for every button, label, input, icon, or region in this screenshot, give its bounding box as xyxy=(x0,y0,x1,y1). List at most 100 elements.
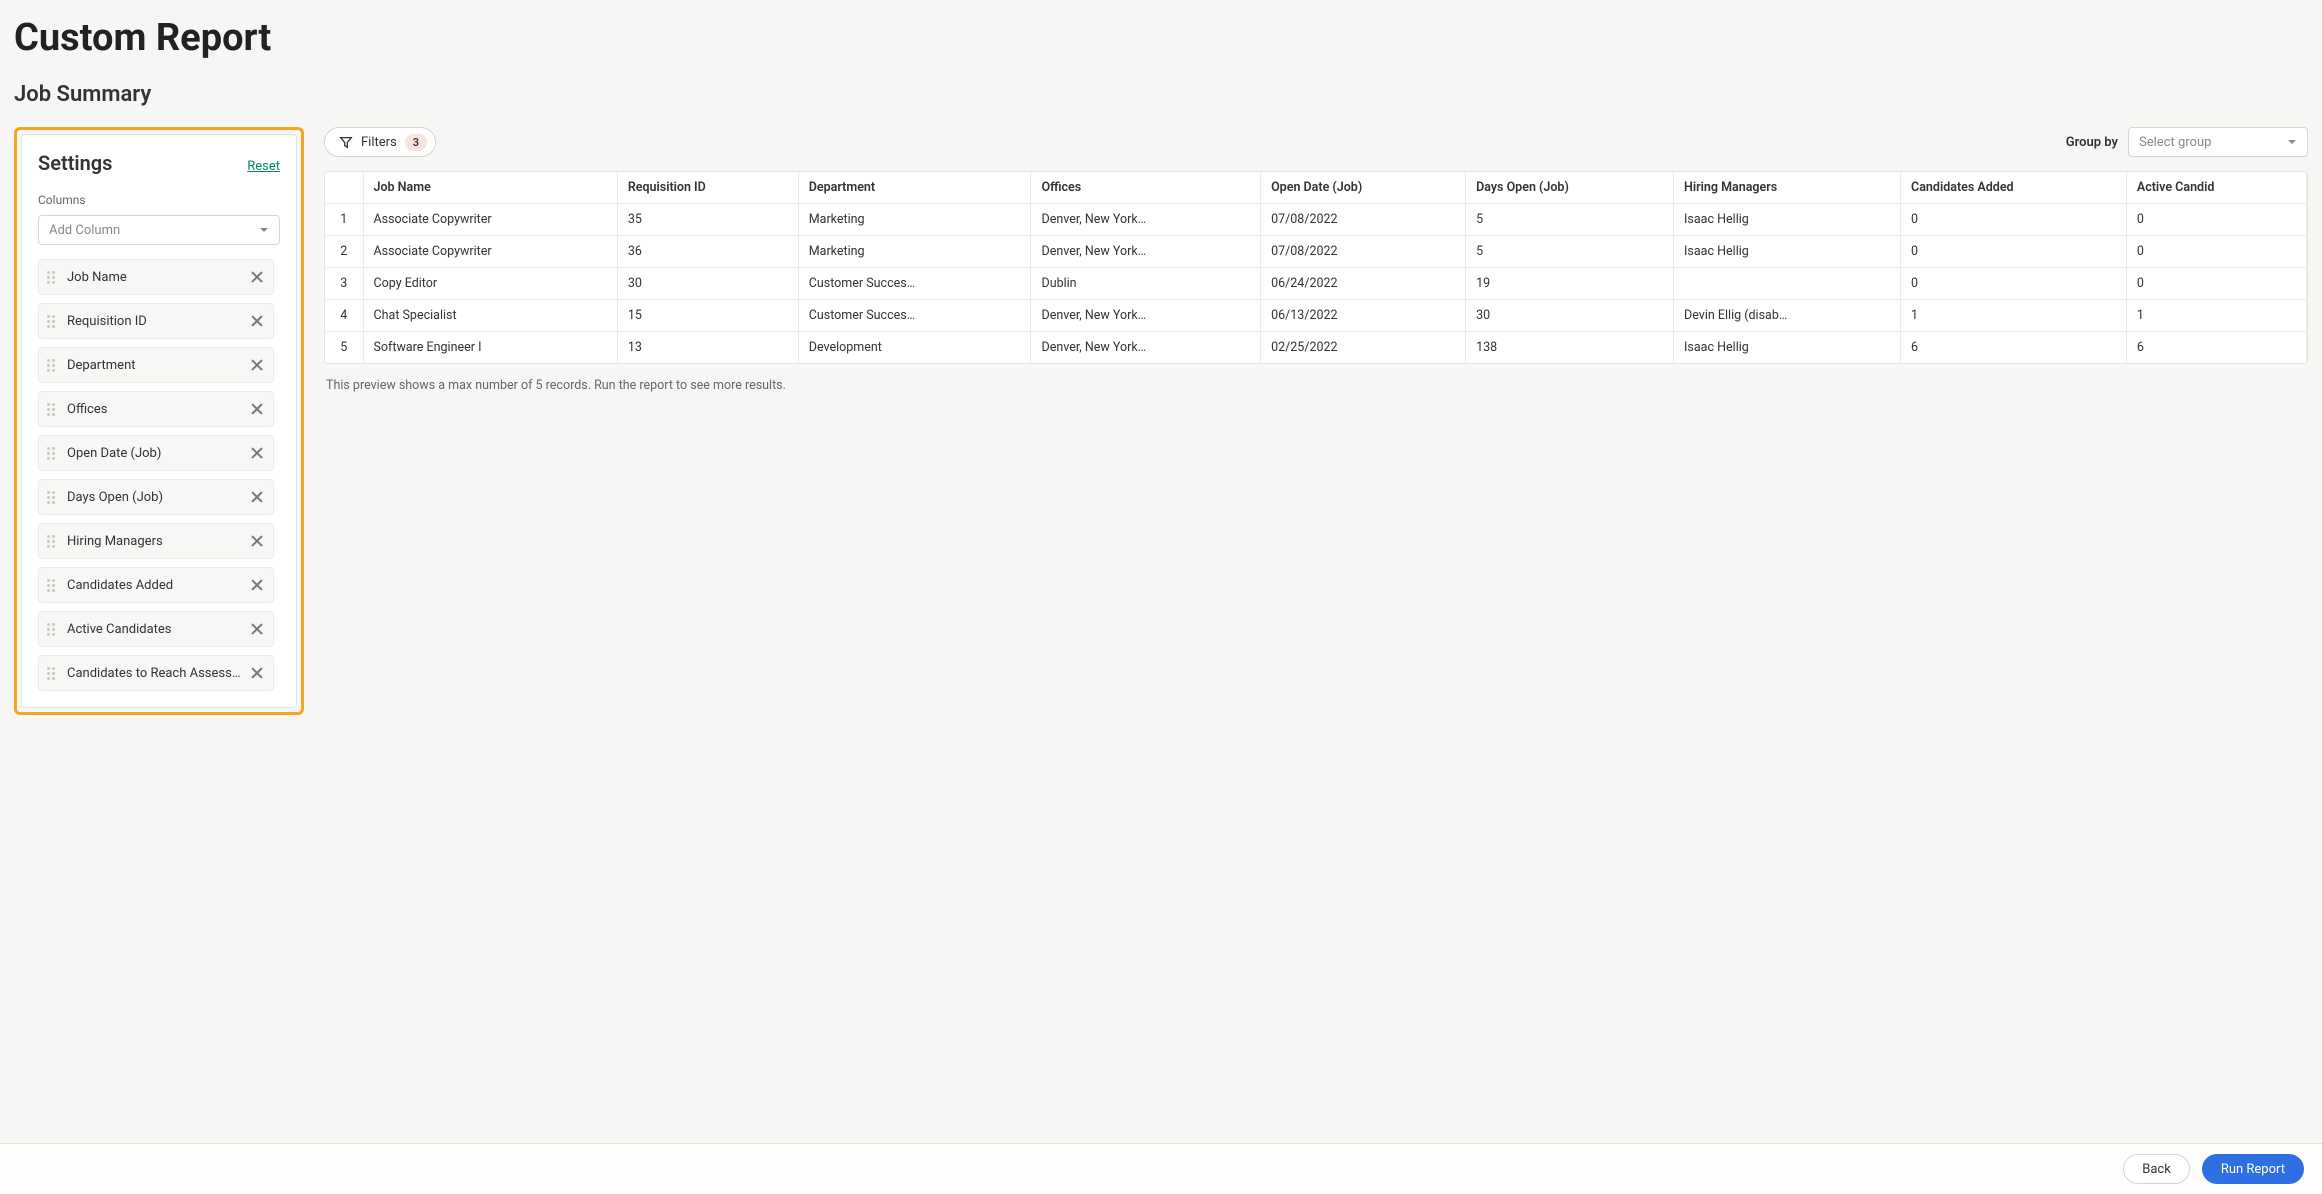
remove-column-icon[interactable] xyxy=(249,357,265,373)
column-chip[interactable]: Candidates Added xyxy=(38,567,274,603)
table-cell: 36 xyxy=(617,236,798,268)
table-header[interactable]: Days Open (Job) xyxy=(1466,172,1674,204)
drag-handle-icon[interactable] xyxy=(47,359,57,372)
table-cell: Isaac Hellig xyxy=(1674,204,1901,236)
column-chip[interactable]: Active Candidates xyxy=(38,611,274,647)
column-chip[interactable]: Department xyxy=(38,347,274,383)
groupby-label: Group by xyxy=(2066,135,2118,150)
remove-column-icon[interactable] xyxy=(249,269,265,285)
table-cell: Devin Ellig (disab… xyxy=(1674,300,1901,332)
groupby-placeholder: Select group xyxy=(2139,135,2211,150)
table-cell: 4 xyxy=(325,300,363,332)
table-cell: 0 xyxy=(2126,204,2306,236)
drag-handle-icon[interactable] xyxy=(47,271,57,284)
column-list: Job Name Requisition ID Department Offices O… xyxy=(38,259,280,691)
table-cell: 15 xyxy=(617,300,798,332)
drag-handle-icon[interactable] xyxy=(47,535,57,548)
table-cell: Customer Succes… xyxy=(798,268,1031,300)
table-header[interactable]: Active Candid xyxy=(2126,172,2306,204)
table-header[interactable]: Requisition ID xyxy=(617,172,798,204)
table-cell: Denver, New York… xyxy=(1031,332,1261,364)
column-chip-label: Open Date (Job) xyxy=(67,446,249,461)
table-cell: 02/25/2022 xyxy=(1261,332,1466,364)
table-header[interactable]: Candidates Added xyxy=(1901,172,2127,204)
table-cell: 06/13/2022 xyxy=(1261,300,1466,332)
chevron-down-icon xyxy=(259,225,269,235)
reset-link[interactable]: Reset xyxy=(247,159,280,174)
table-cell: 6 xyxy=(1901,332,2127,364)
column-chip-label: Active Candidates xyxy=(67,622,249,637)
remove-column-icon[interactable] xyxy=(249,445,265,461)
remove-column-icon[interactable] xyxy=(249,665,265,681)
columns-label: Columns xyxy=(38,193,280,207)
preview-note: This preview shows a max number of 5 rec… xyxy=(326,378,2306,393)
column-chip-label: Requisition ID xyxy=(67,314,249,329)
table-cell xyxy=(1674,268,1901,300)
settings-heading: Settings xyxy=(38,151,112,175)
remove-column-icon[interactable] xyxy=(249,621,265,637)
chevron-down-icon xyxy=(2287,137,2297,147)
column-chip-label: Candidates Added xyxy=(67,578,249,593)
table-cell: 07/08/2022 xyxy=(1261,236,1466,268)
table-row: 2Associate Copywriter36MarketingDenver, … xyxy=(325,236,2307,268)
table-cell: 3 xyxy=(325,268,363,300)
remove-column-icon[interactable] xyxy=(249,489,265,505)
column-chip[interactable]: Days Open (Job) xyxy=(38,479,274,515)
drag-handle-icon[interactable] xyxy=(47,447,57,460)
table-cell: 1 xyxy=(1901,300,2127,332)
column-chip-label: Department xyxy=(67,358,249,373)
drag-handle-icon[interactable] xyxy=(47,315,57,328)
groupby-select[interactable]: Select group xyxy=(2128,127,2308,157)
drag-handle-icon[interactable] xyxy=(47,491,57,504)
column-chip[interactable]: Hiring Managers xyxy=(38,523,274,559)
table-cell: 2 xyxy=(325,236,363,268)
drag-handle-icon[interactable] xyxy=(47,623,57,636)
table-header[interactable]: Job Name xyxy=(363,172,617,204)
table-cell: Marketing xyxy=(798,204,1031,236)
table-header[interactable]: Department xyxy=(798,172,1031,204)
column-chip-label: Job Name xyxy=(67,270,249,285)
table-cell: Denver, New York… xyxy=(1031,236,1261,268)
table-header[interactable]: Offices xyxy=(1031,172,1261,204)
table-cell: 1 xyxy=(2126,300,2306,332)
remove-column-icon[interactable] xyxy=(249,401,265,417)
preview-table-scroll[interactable]: Job NameRequisition IDDepartmentOfficesO… xyxy=(324,171,2308,364)
table-cell: 0 xyxy=(1901,204,2127,236)
table-header[interactable] xyxy=(325,172,363,204)
table-cell: 0 xyxy=(2126,236,2306,268)
drag-handle-icon[interactable] xyxy=(47,403,57,416)
filters-button[interactable]: Filters 3 xyxy=(324,127,436,157)
add-column-select[interactable]: Add Column xyxy=(38,215,280,245)
report-subtitle: Job Summary xyxy=(14,82,2308,107)
table-cell: 5 xyxy=(1466,236,1674,268)
table-cell: 19 xyxy=(1466,268,1674,300)
table-cell: 6 xyxy=(2126,332,2306,364)
table-header[interactable]: Open Date (Job) xyxy=(1261,172,1466,204)
table-cell: Copy Editor xyxy=(363,268,617,300)
table-row: 1Associate Copywriter35MarketingDenver, … xyxy=(325,204,2307,236)
drag-handle-icon[interactable] xyxy=(47,667,57,680)
table-cell: Dublin xyxy=(1031,268,1261,300)
remove-column-icon[interactable] xyxy=(249,533,265,549)
filters-count-badge: 3 xyxy=(405,134,427,151)
table-cell: 5 xyxy=(325,332,363,364)
column-chip[interactable]: Candidates to Reach Assess… xyxy=(38,655,274,691)
table-cell: Customer Succes… xyxy=(798,300,1031,332)
column-chip-label: Days Open (Job) xyxy=(67,490,249,505)
remove-column-icon[interactable] xyxy=(249,313,265,329)
drag-handle-icon[interactable] xyxy=(47,579,57,592)
column-chip[interactable]: Requisition ID xyxy=(38,303,274,339)
table-cell: Associate Copywriter xyxy=(363,236,617,268)
column-chip-label: Hiring Managers xyxy=(67,534,249,549)
column-chip[interactable]: Offices xyxy=(38,391,274,427)
column-chip[interactable]: Job Name xyxy=(38,259,274,295)
back-button[interactable]: Back xyxy=(2123,1154,2190,1184)
preview-table: Job NameRequisition IDDepartmentOfficesO… xyxy=(325,172,2307,363)
remove-column-icon[interactable] xyxy=(249,577,265,593)
table-cell: 1 xyxy=(325,204,363,236)
table-header[interactable]: Hiring Managers xyxy=(1674,172,1901,204)
column-chip[interactable]: Open Date (Job) xyxy=(38,435,274,471)
table-row: 5Software Engineer I13DevelopmentDenver,… xyxy=(325,332,2307,364)
run-report-button[interactable]: Run Report xyxy=(2202,1154,2304,1184)
page-title: Custom Report xyxy=(14,16,2308,60)
